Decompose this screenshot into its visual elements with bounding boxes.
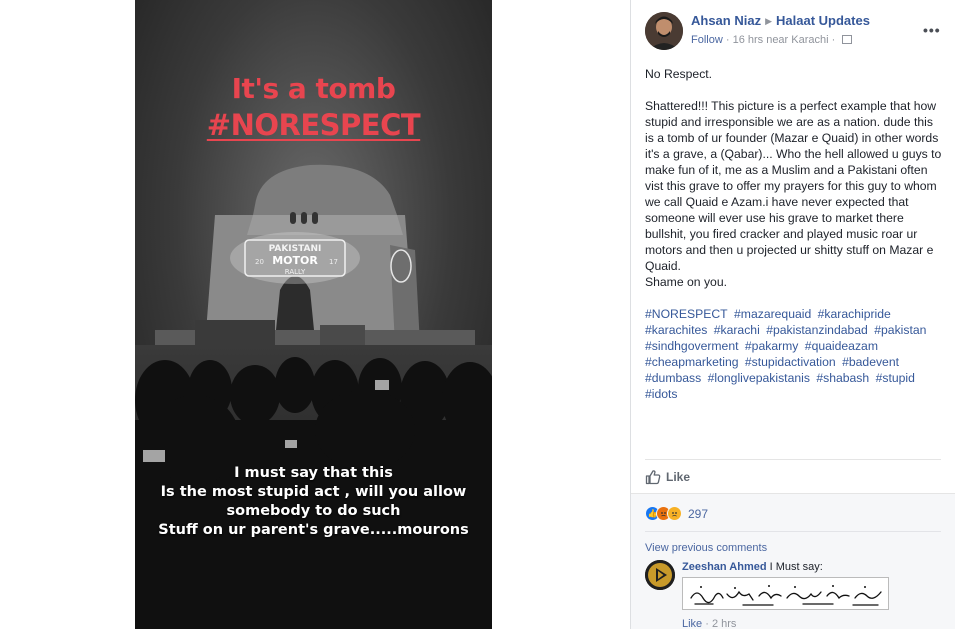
photo-hashtag-text: #NORESPECT	[206, 108, 421, 142]
commenter-name-link[interactable]: Zeeshan Ahmed	[682, 561, 767, 573]
facebook-photo-viewer: PAKISTANI MOTOR RALLY 20 17 It's a tomb …	[0, 0, 955, 629]
projection-text-5: 17	[329, 258, 338, 266]
triangle-right-icon: ▶	[765, 16, 772, 26]
hashtag-link[interactable]: #idots	[645, 387, 678, 401]
hashtag-link[interactable]: #quaideazam	[805, 339, 878, 353]
photo-title-overlay: It's a tomb	[231, 72, 396, 105]
hashtag-link[interactable]: #cheapmarketing	[645, 355, 739, 369]
hashtag-link[interactable]: #sindhgoverment	[645, 339, 739, 353]
comment-like-link[interactable]: Like	[682, 618, 702, 629]
hashtag-link[interactable]: #karachites	[645, 323, 707, 337]
post-paragraph: Shattered!!! This picture is a perfect e…	[645, 99, 942, 273]
post-meta-text: · 16 hrs near Karachi ·	[722, 34, 839, 46]
photo-caption-overlay: I must say that this Is the most stupid …	[135, 464, 492, 540]
author-avatar[interactable]	[645, 12, 683, 50]
comment-actions: Like · 2 hrs	[682, 618, 736, 629]
view-previous-comments-link[interactable]: View previous comments	[645, 542, 767, 554]
like-button[interactable]: Like	[645, 467, 690, 487]
hashtag-link[interactable]: #shabash	[816, 371, 869, 385]
hashtag-link[interactable]: #stupid	[876, 371, 915, 385]
post-meta: Follow · 16 hrs near Karachi ·	[691, 34, 853, 46]
hashtag-link[interactable]: #dumbass	[645, 371, 701, 385]
hashtag-link[interactable]: #stupidactivation	[745, 355, 836, 369]
hashtag-link[interactable]: #longlivepakistanis	[708, 371, 810, 385]
thumbs-up-icon	[645, 470, 661, 485]
comment-timestamp: · 2 hrs	[702, 618, 737, 629]
reaction-count[interactable]: 297	[688, 507, 708, 521]
post-paragraph: Shame on you.	[645, 275, 727, 289]
group-name-link[interactable]: Halaat Updates	[776, 13, 870, 28]
hashtag-list: #NORESPECT #mazarequaid #karachipride #k…	[645, 306, 945, 402]
reactions-summary[interactable]: 👍 297	[645, 506, 708, 521]
like-button-label: Like	[666, 470, 691, 484]
hashtag-link[interactable]: #pakarmy	[745, 339, 799, 353]
author-name-link[interactable]: Ahsan Niaz	[691, 13, 761, 28]
caption-line: somebody to do such	[226, 503, 401, 519]
comment-text: I Must say:	[766, 561, 823, 573]
photo-hashtag-overlay: #NORESPECT	[135, 108, 492, 142]
comments-section: 👍 297 View previous comments Zeeshan Ahm…	[631, 493, 955, 629]
more-options-icon[interactable]: •••	[923, 22, 941, 38]
commenter-avatar[interactable]	[645, 560, 675, 590]
caption-line: I must say that this	[234, 465, 393, 481]
projection-text-2: MOTOR	[272, 254, 318, 267]
divider	[645, 531, 941, 532]
hashtag-link[interactable]: #pakistan	[874, 323, 926, 337]
divider	[645, 459, 941, 460]
post-text: No Respect. Shattered!!! This picture is…	[645, 66, 945, 306]
hashtag-link[interactable]: #badevent	[842, 355, 899, 369]
post-paragraph: No Respect.	[645, 67, 713, 81]
projection-text-1: PAKISTANI	[269, 244, 322, 254]
caption-line: Stuff on ur parent's grave.....mourons	[158, 522, 469, 538]
hashtag-link[interactable]: #pakistanzindabad	[766, 323, 868, 337]
comment-image-urdu-text[interactable]	[682, 577, 889, 610]
follow-link[interactable]: Follow	[691, 34, 723, 46]
hashtag-link[interactable]: #karachipride	[818, 307, 891, 321]
photo-panel[interactable]: PAKISTANI MOTOR RALLY 20 17 It's a tomb …	[135, 0, 492, 629]
hashtag-link[interactable]: #mazarequaid	[734, 307, 811, 321]
projection-text-3: RALLY	[285, 268, 306, 276]
author-line: Ahsan Niaz ▶ Halaat Updates	[691, 13, 870, 28]
caption-line: Is the most stupid act , will you allow	[160, 484, 467, 500]
hashtag-link[interactable]: #karachi	[714, 323, 760, 337]
hashtag-link[interactable]: #NORESPECT	[645, 307, 728, 321]
comment-line: Zeeshan Ahmed I Must say:	[682, 561, 823, 573]
audience-icon[interactable]	[842, 35, 853, 44]
projection-text-4: 20	[255, 258, 264, 266]
post-panel: Ahsan Niaz ▶ Halaat Updates Follow · 16 hr…	[630, 0, 955, 629]
sad-reaction-icon	[667, 506, 682, 521]
